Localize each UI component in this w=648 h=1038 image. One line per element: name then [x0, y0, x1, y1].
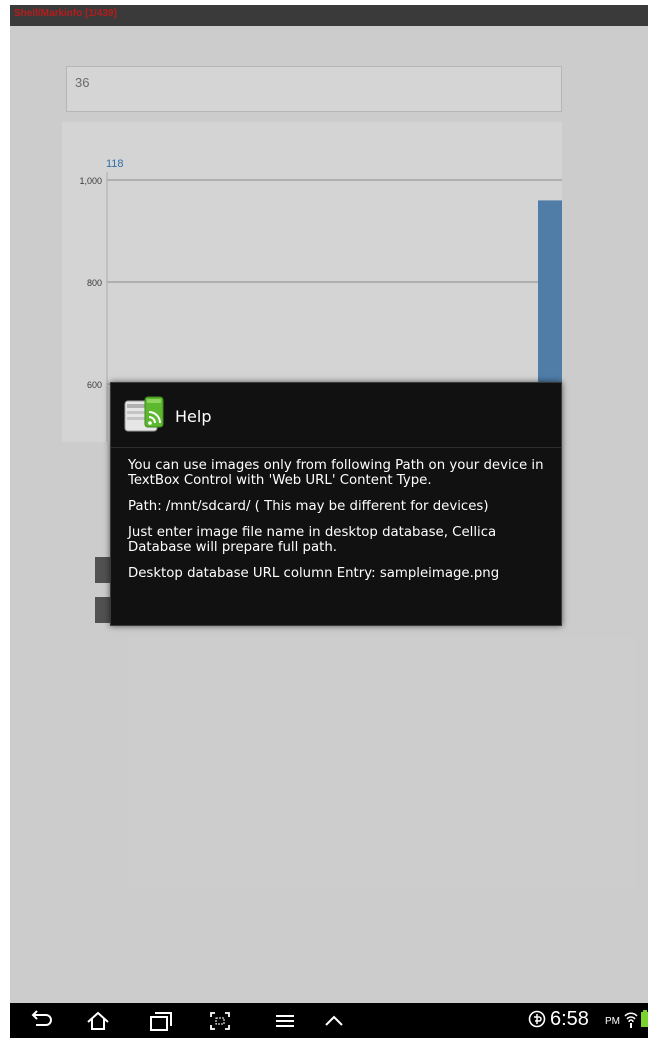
recent-apps-icon[interactable]	[147, 1009, 173, 1033]
screenshot-icon[interactable]	[207, 1009, 233, 1033]
app-icon	[123, 395, 165, 435]
dialog-paragraph: You can use images only from following P…	[128, 458, 544, 488]
dialog-title: Help	[175, 407, 212, 426]
dialog-paragraph: Path: /mnt/sdcard/ ( This may be differe…	[128, 499, 489, 514]
dialog-divider	[111, 447, 561, 448]
dialog-paragraph: Desktop database URL column Entry: sampl…	[128, 566, 500, 581]
battery-icon	[640, 1010, 648, 1032]
clock-ampm: PM	[605, 1016, 620, 1027]
back-icon[interactable]	[28, 1009, 54, 1033]
system-nav-bar: 6:58 PM	[10, 1003, 648, 1038]
chevron-up-icon[interactable]	[321, 1009, 347, 1033]
app-title-bar: Shell/Markinfo [1/439]	[10, 5, 648, 26]
home-icon[interactable]	[85, 1009, 111, 1033]
clock-time: 6:58	[550, 1008, 589, 1030]
dialog-paragraph: Just enter image file name in desktop da…	[128, 525, 497, 555]
app-title: Shell/Markinfo [1/439]	[14, 8, 117, 19]
data-sync-icon	[528, 1010, 546, 1032]
wifi-icon	[624, 1010, 638, 1032]
menu-icon[interactable]	[272, 1009, 298, 1033]
help-dialog: Help You can use images only from follow…	[110, 382, 562, 626]
dialog-body: You can use images only from following P…	[128, 458, 548, 592]
